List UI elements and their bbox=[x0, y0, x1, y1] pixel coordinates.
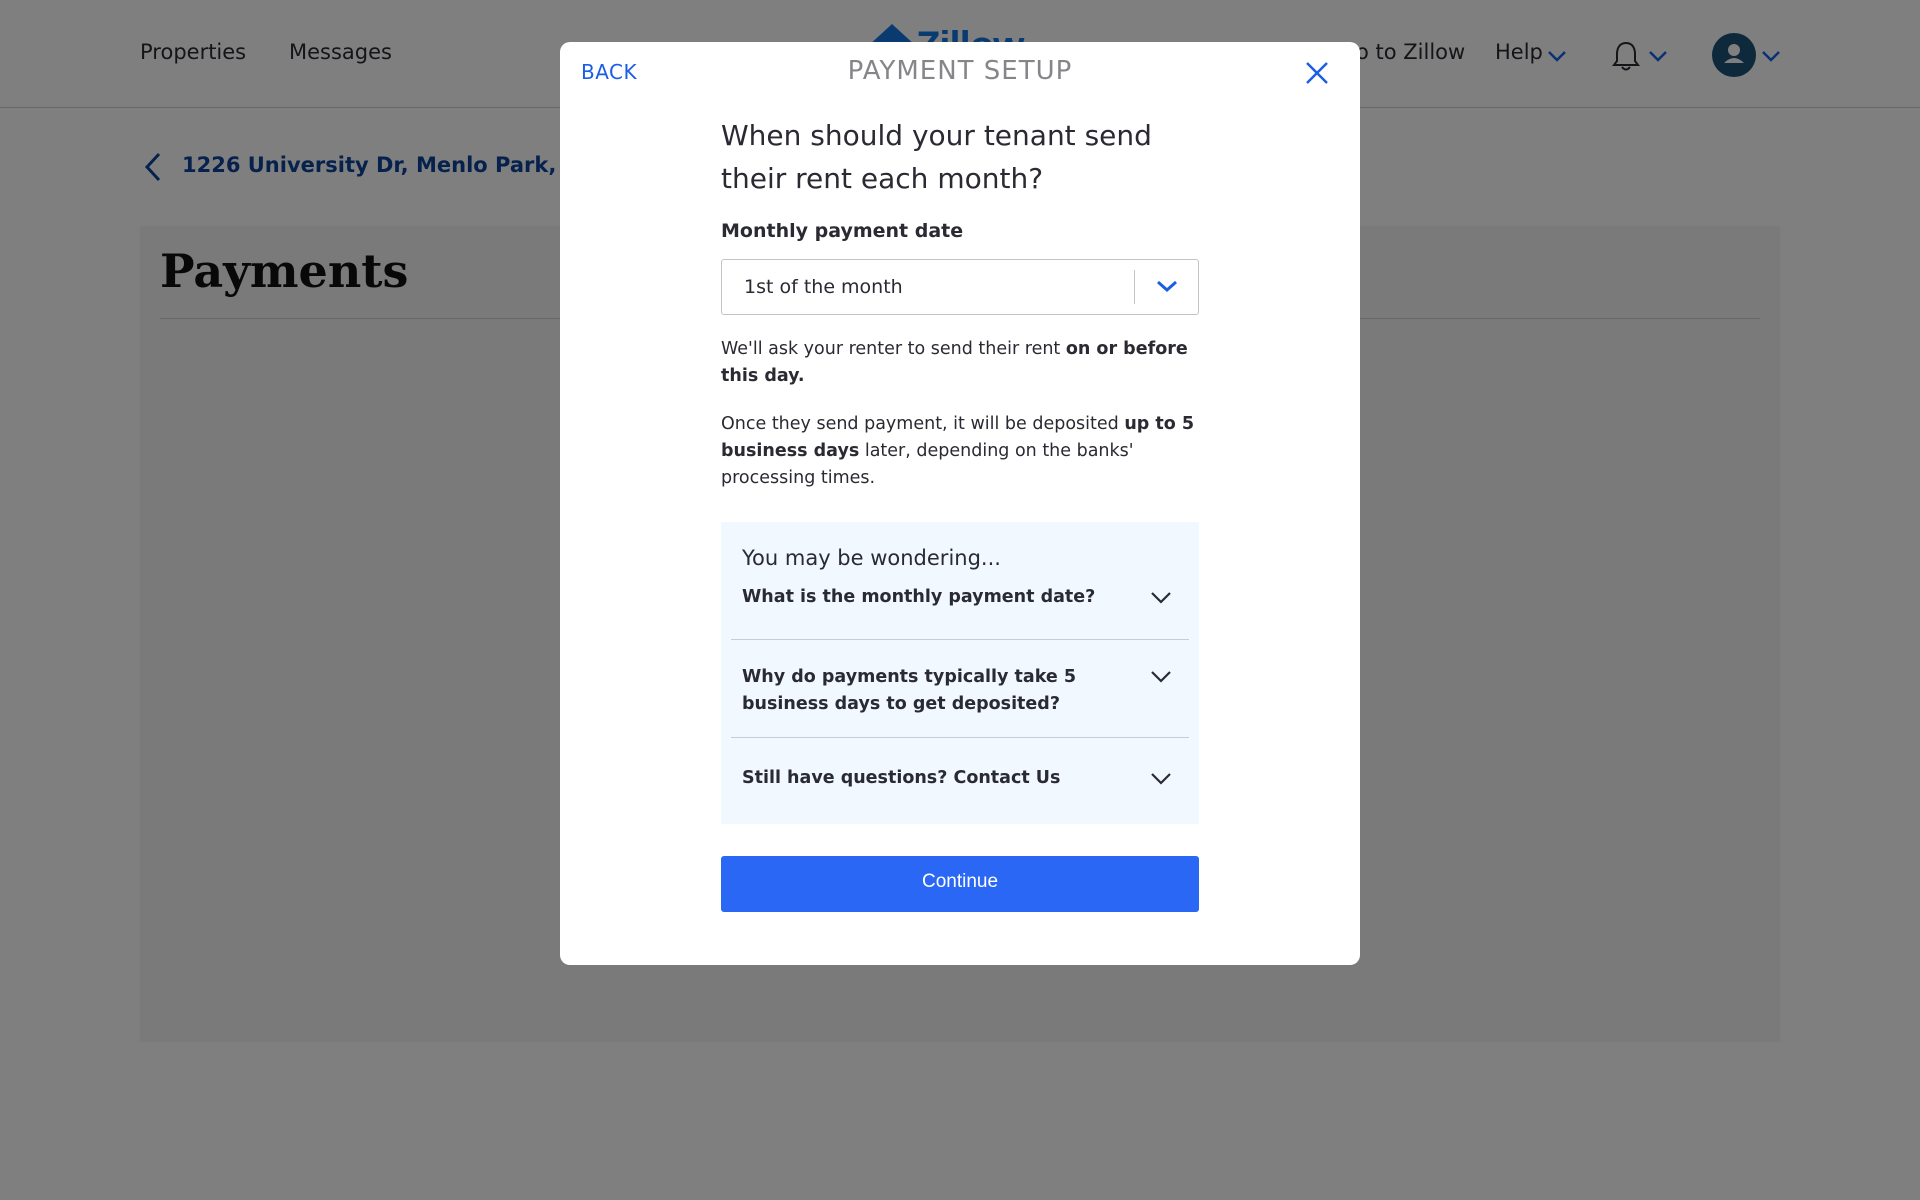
chevron-down-icon[interactable] bbox=[1150, 591, 1172, 605]
continue-button[interactable]: Continue bbox=[721, 856, 1199, 912]
chevron-down-icon[interactable] bbox=[1150, 670, 1172, 684]
divider bbox=[731, 639, 1189, 640]
chevron-down-icon[interactable] bbox=[1150, 772, 1172, 786]
chevron-down-icon[interactable] bbox=[1155, 278, 1179, 294]
payment-setup-modal: BACK PAYMENT SETUP When should your tena… bbox=[560, 42, 1360, 965]
faq-item[interactable]: What is the monthly payment date? bbox=[731, 579, 1189, 639]
close-icon[interactable] bbox=[1304, 60, 1330, 86]
monthly-payment-date-label: Monthly payment date bbox=[721, 220, 964, 242]
select-divider bbox=[1134, 270, 1135, 304]
faq-question: Why do payments typically take 5 busines… bbox=[742, 667, 1077, 714]
selected-date-value: 1st of the month bbox=[744, 276, 903, 298]
divider bbox=[731, 737, 1189, 738]
question-heading: When should your tenant send their rent … bbox=[721, 119, 1152, 195]
faq-question: Still have questions? Contact Us bbox=[742, 768, 1061, 788]
faq-heading: You may be wondering... bbox=[742, 546, 1001, 570]
info-paragraph-2: Once they send payment, it will be depos… bbox=[721, 414, 1195, 488]
faq-question: What is the monthly payment date? bbox=[742, 587, 1096, 607]
modal-title: PAYMENT SETUP bbox=[847, 56, 1073, 86]
info-paragraph-1: We'll ask your renter to send their rent… bbox=[721, 339, 1188, 386]
faq-item[interactable]: Why do payments typically take 5 busines… bbox=[731, 655, 1189, 735]
faq-panel: You may be wondering... What is the mont… bbox=[721, 522, 1199, 824]
faq-item[interactable]: Still have questions? Contact Us bbox=[731, 752, 1189, 802]
payment-date-select[interactable]: 1st of the month bbox=[721, 259, 1199, 315]
